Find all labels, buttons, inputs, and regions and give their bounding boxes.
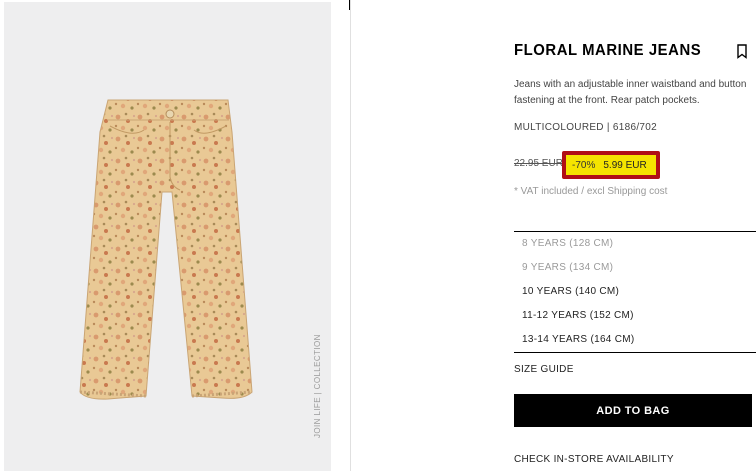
product-info-panel: FLORAL MARINE JEANS Jeans with an adjust…	[514, 0, 756, 471]
bookmark-icon[interactable]	[736, 44, 748, 59]
price-row: 22.95 EUR -70% 5.99 EUR	[514, 151, 754, 179]
discount-highlight: -70% 5.99 EUR	[562, 151, 660, 179]
collection-label: JOIN LIFE | COLLECTION	[313, 334, 322, 438]
sale-price: 5.99 EUR	[603, 159, 647, 171]
product-title: FLORAL MARINE JEANS	[514, 42, 702, 59]
size-option-13-14-years[interactable]: 13-14 YEARS (164 CM)	[514, 328, 756, 352]
colour-reference: MULTICOLOURED | 6186/702	[514, 122, 657, 133]
add-to-bag-button[interactable]: ADD TO BAG	[514, 394, 752, 427]
size-option-8-years[interactable]: 8 YEARS (128 CM)	[514, 232, 756, 256]
size-option-11-12-years[interactable]: 11-12 YEARS (152 CM)	[514, 304, 756, 328]
discount-percent: -70%	[572, 159, 596, 171]
product-image[interactable]	[4, 2, 331, 471]
size-option-9-years[interactable]: 9 YEARS (134 CM)	[514, 256, 756, 280]
product-image-panel[interactable]	[4, 2, 331, 471]
size-guide-link[interactable]: SIZE GUIDE	[514, 364, 574, 375]
panel-divider	[350, 0, 351, 471]
old-price: 22.95 EUR	[514, 158, 563, 169]
check-store-availability-link[interactable]: CHECK IN-STORE AVAILABILITY	[514, 454, 674, 465]
product-description: Jeans with an adjustable inner waistband…	[514, 79, 747, 106]
vat-note: * VAT included / excl Shipping cost	[514, 186, 668, 197]
size-list-divider	[514, 352, 756, 353]
size-option-10-years[interactable]: 10 YEARS (140 CM)	[514, 280, 756, 304]
size-list: 8 YEARS (128 CM) 9 YEARS (134 CM) 10 YEA…	[514, 231, 756, 352]
